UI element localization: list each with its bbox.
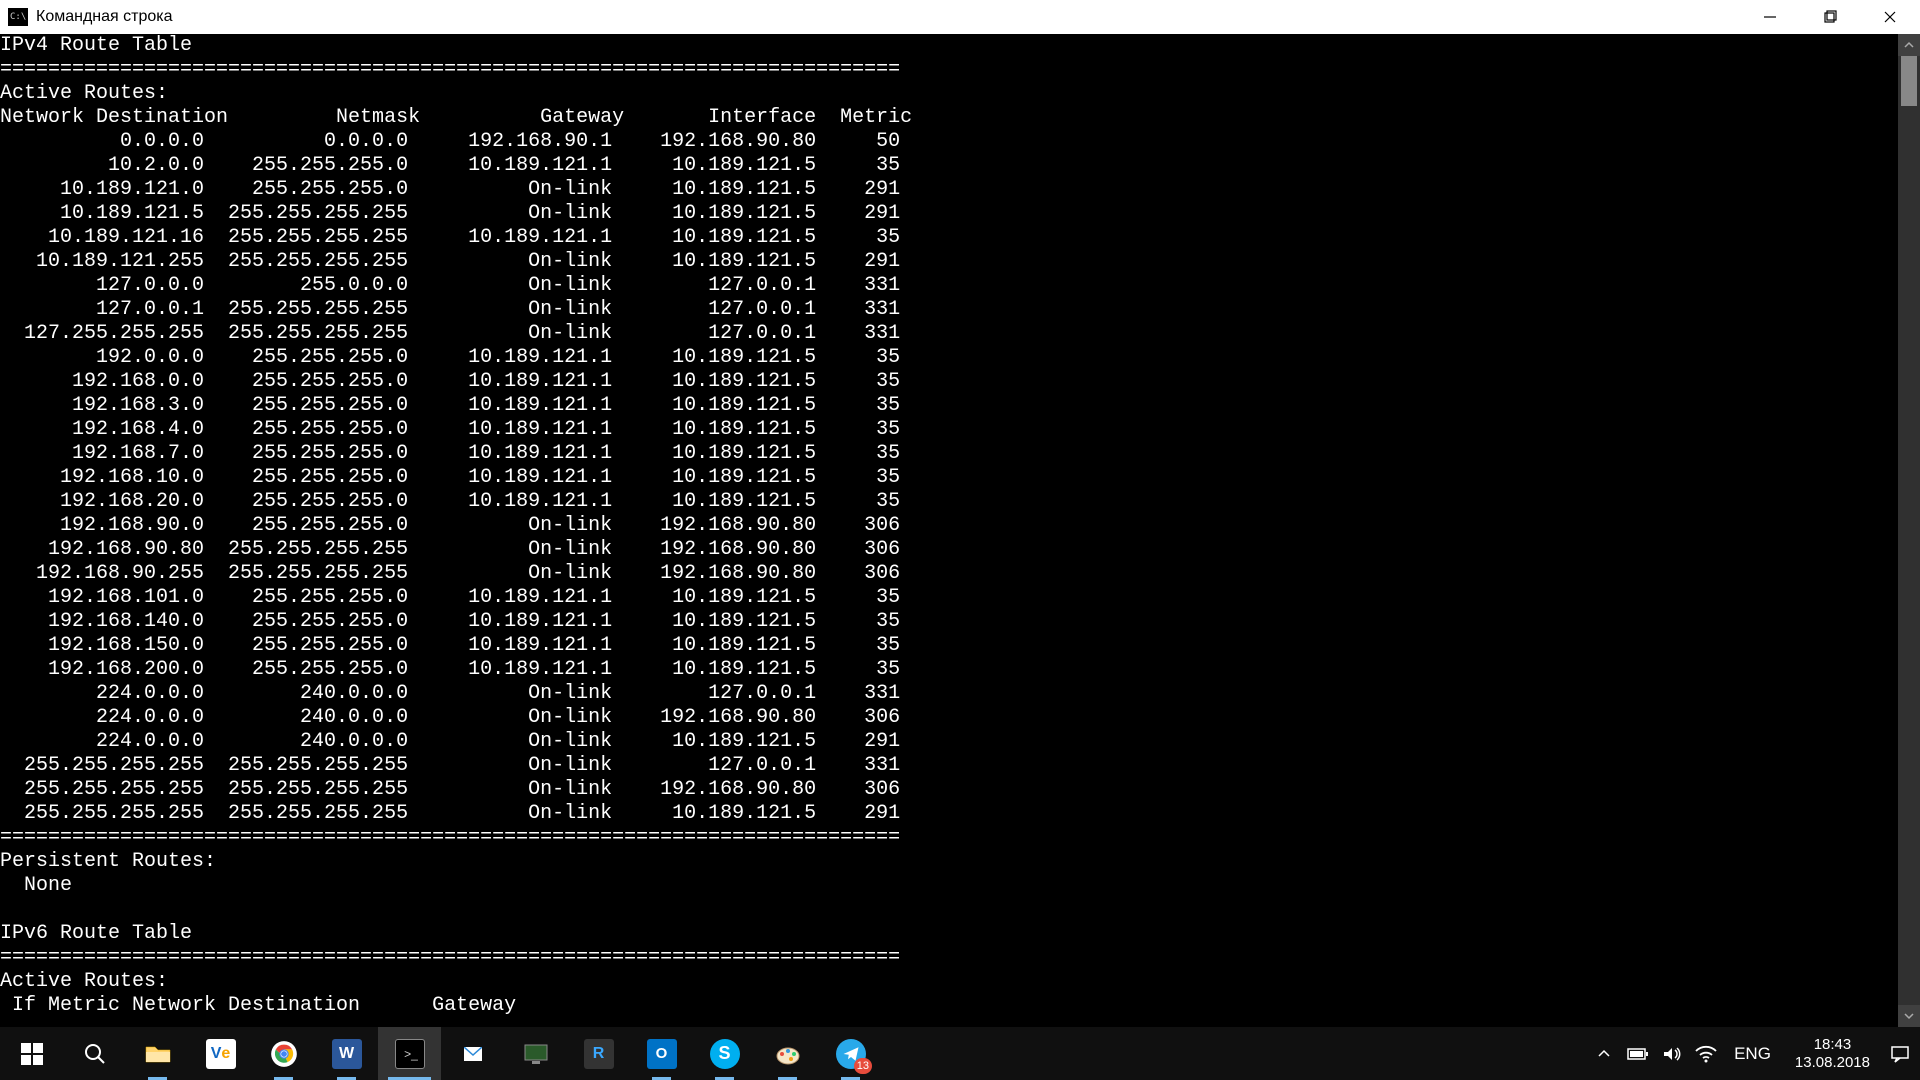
action-center-icon[interactable] bbox=[1888, 1042, 1912, 1066]
taskbar: Ve W >_ R bbox=[0, 1027, 1920, 1080]
word-icon: W bbox=[332, 1039, 362, 1069]
outlook-taskbar[interactable]: O bbox=[630, 1027, 693, 1080]
window-titlebar: C:\. Командная строка bbox=[0, 0, 1920, 34]
wifi-icon[interactable] bbox=[1694, 1042, 1718, 1066]
start-button[interactable] bbox=[0, 1027, 63, 1080]
paint-taskbar[interactable] bbox=[756, 1027, 819, 1080]
volume-icon[interactable] bbox=[1660, 1042, 1684, 1066]
telegram-taskbar[interactable]: 13 bbox=[819, 1027, 882, 1080]
mail-icon bbox=[458, 1039, 488, 1069]
file-explorer-taskbar[interactable] bbox=[126, 1027, 189, 1080]
mail-taskbar[interactable] bbox=[441, 1027, 504, 1080]
cmd-taskbar-icon: >_ bbox=[395, 1039, 425, 1069]
monitor-icon bbox=[521, 1039, 551, 1069]
clock-time: 18:43 bbox=[1795, 1036, 1870, 1054]
search-button[interactable] bbox=[63, 1027, 126, 1080]
vertical-scrollbar[interactable] bbox=[1898, 34, 1920, 1027]
maximize-button[interactable] bbox=[1800, 0, 1860, 34]
window-title: Командная строка bbox=[36, 8, 1740, 26]
scroll-up-button[interactable] bbox=[1898, 34, 1920, 56]
vnc-icon: Ve bbox=[206, 1039, 236, 1069]
battery-icon[interactable] bbox=[1626, 1042, 1650, 1066]
clock[interactable]: 18:43 13.08.2018 bbox=[1787, 1036, 1878, 1072]
folder-icon bbox=[143, 1039, 173, 1069]
cmd-taskbar[interactable]: >_ bbox=[378, 1027, 441, 1080]
close-button[interactable] bbox=[1860, 0, 1920, 34]
cmd-icon: C:\. bbox=[8, 8, 28, 26]
outlook-icon: O bbox=[647, 1039, 677, 1069]
scrollbar-thumb[interactable] bbox=[1901, 56, 1917, 106]
chrome-taskbar[interactable] bbox=[252, 1027, 315, 1080]
skype-icon: S bbox=[710, 1039, 740, 1069]
language-indicator[interactable]: ENG bbox=[1728, 1044, 1777, 1064]
paint-icon bbox=[773, 1039, 803, 1069]
clock-date: 13.08.2018 bbox=[1795, 1054, 1870, 1072]
revit-icon: R bbox=[584, 1039, 614, 1069]
scroll-down-button[interactable] bbox=[1898, 1005, 1920, 1027]
revit-taskbar[interactable]: R bbox=[567, 1027, 630, 1080]
console-output[interactable]: IPv4 Route Table =======================… bbox=[0, 34, 1920, 1027]
skype-taskbar[interactable]: S bbox=[693, 1027, 756, 1080]
tray-overflow-button[interactable] bbox=[1592, 1042, 1616, 1066]
minimize-button[interactable] bbox=[1740, 0, 1800, 34]
device-manager-taskbar[interactable] bbox=[504, 1027, 567, 1080]
telegram-badge: 13 bbox=[854, 1058, 872, 1074]
chrome-icon bbox=[269, 1039, 299, 1069]
vnc-taskbar[interactable]: Ve bbox=[189, 1027, 252, 1080]
word-taskbar[interactable]: W bbox=[315, 1027, 378, 1080]
